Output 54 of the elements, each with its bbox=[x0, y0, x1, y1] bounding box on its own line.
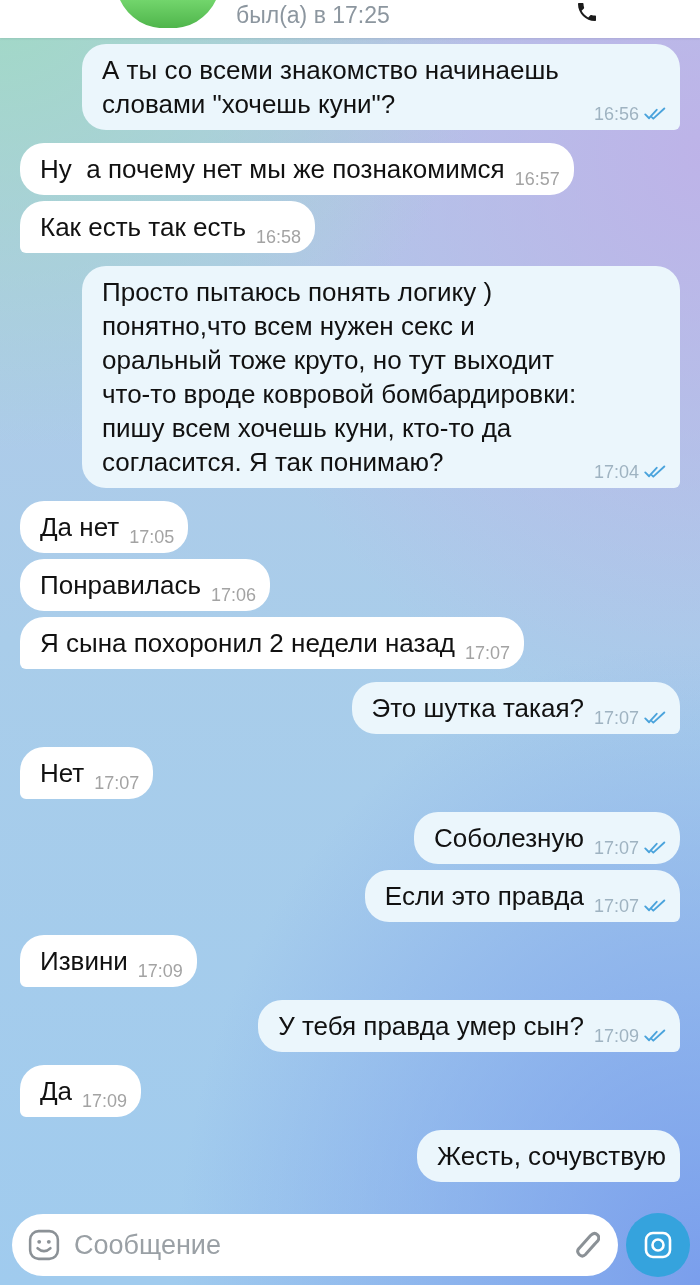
message-time: 16:57 bbox=[514, 169, 560, 189]
message-bubble[interactable]: Если это правда 17:07 bbox=[364, 870, 680, 922]
message-text: Это шутка такая? bbox=[371, 692, 584, 725]
last-seen-status: был(а) в 17:25 bbox=[236, 2, 390, 28]
smiley-icon bbox=[28, 1229, 60, 1261]
message-text: Жесть, сочувствую bbox=[437, 1140, 666, 1173]
paperclip-icon bbox=[576, 1231, 600, 1259]
message-bubble[interactable]: Да 17:09 bbox=[20, 1065, 142, 1117]
message-bubble[interactable]: Да нет 17:05 bbox=[20, 501, 189, 553]
message-text: Извини bbox=[40, 945, 128, 978]
message-bubble[interactable]: Ну а почему нет мы же познакомимся 16:57 bbox=[20, 143, 574, 195]
message-text: Понравилась bbox=[40, 569, 201, 602]
message-text: Как есть так есть bbox=[40, 211, 246, 244]
attach-button[interactable] bbox=[576, 1231, 600, 1259]
message-bubble[interactable]: Извини 17:09 bbox=[20, 935, 197, 987]
message-bubble[interactable]: А ты со всеми знакомство начинаешь словами "хочешь куни"? 16:56 bbox=[82, 44, 680, 130]
message-time: 17:07 bbox=[593, 838, 639, 858]
message-text: Просто пытаюсь понять логику ) понятно,что всем нужен секс и оральный тоже круто, но тут выходит что-то вроде ковровой бомбардировки: пишу всем хочешь куни, кто-то да согласится. Я так понимаю? bbox=[102, 276, 578, 479]
message-bubble[interactable]: Нет 17:07 bbox=[20, 747, 154, 799]
message-bubble[interactable]: Как есть так есть 16:58 bbox=[20, 201, 315, 253]
message-text: Соболезную bbox=[434, 822, 584, 855]
message-time: 17:04 bbox=[593, 462, 639, 482]
message-time: 17:09 bbox=[593, 1026, 639, 1046]
message-bubble[interactable]: Я сына похоронил 2 недели назад 17:07 bbox=[20, 617, 525, 669]
message-bubble[interactable]: Жесть, сочувствую bbox=[417, 1130, 680, 1182]
message-text: Да нет bbox=[40, 511, 120, 544]
message-time: 17:09 bbox=[82, 1091, 128, 1111]
message-text: Нет bbox=[40, 757, 85, 790]
message-time: 17:07 bbox=[94, 773, 140, 793]
camera-icon bbox=[644, 1231, 672, 1259]
message-time: 17:07 bbox=[465, 643, 511, 663]
message-text: Я сына похоронил 2 недели назад bbox=[40, 627, 456, 660]
message-bubble[interactable]: Это шутка такая? 17:07 bbox=[351, 682, 680, 734]
message-text: Да bbox=[40, 1075, 73, 1108]
message-time: 17:05 bbox=[129, 527, 175, 547]
message-time: 17:09 bbox=[137, 961, 183, 981]
message-input[interactable]: Сообщение bbox=[70, 1223, 566, 1267]
message-time: 16:58 bbox=[255, 227, 301, 247]
message-time: 16:56 bbox=[593, 104, 639, 124]
emoji-button[interactable] bbox=[28, 1229, 60, 1261]
avatar[interactable] bbox=[120, 0, 216, 28]
message-time: 17:06 bbox=[210, 585, 256, 605]
message-text: Ну а почему нет мы же познакомимся bbox=[40, 153, 505, 186]
message-bubble[interactable]: Просто пытаюсь понять логику ) понятно,что всем нужен секс и оральный тоже круто, но тут выходит что-то вроде ковровой бомбардировки: пишу всем хочешь куни, кто-то да согласится. Я так понимаю? 17:04 bbox=[82, 266, 680, 488]
message-text: Если это правда bbox=[384, 880, 584, 913]
message-field[interactable]: Сообщение bbox=[12, 1214, 618, 1276]
message-text: У тебя правда умер сын? bbox=[278, 1010, 584, 1043]
message-time: 17:07 bbox=[593, 896, 639, 916]
phone-icon[interactable] bbox=[578, 3, 596, 21]
message-text: А ты со всеми знакомство начинаешь словами "хочешь куни"? bbox=[102, 54, 560, 121]
message-bubble[interactable]: Соболезную 17:07 bbox=[414, 812, 680, 864]
message-bubble[interactable]: У тебя правда умер сын? 17:09 bbox=[258, 1000, 680, 1052]
message-bubble[interactable]: Понравилась 17:06 bbox=[20, 559, 270, 611]
message-time: 17:07 bbox=[593, 708, 639, 728]
